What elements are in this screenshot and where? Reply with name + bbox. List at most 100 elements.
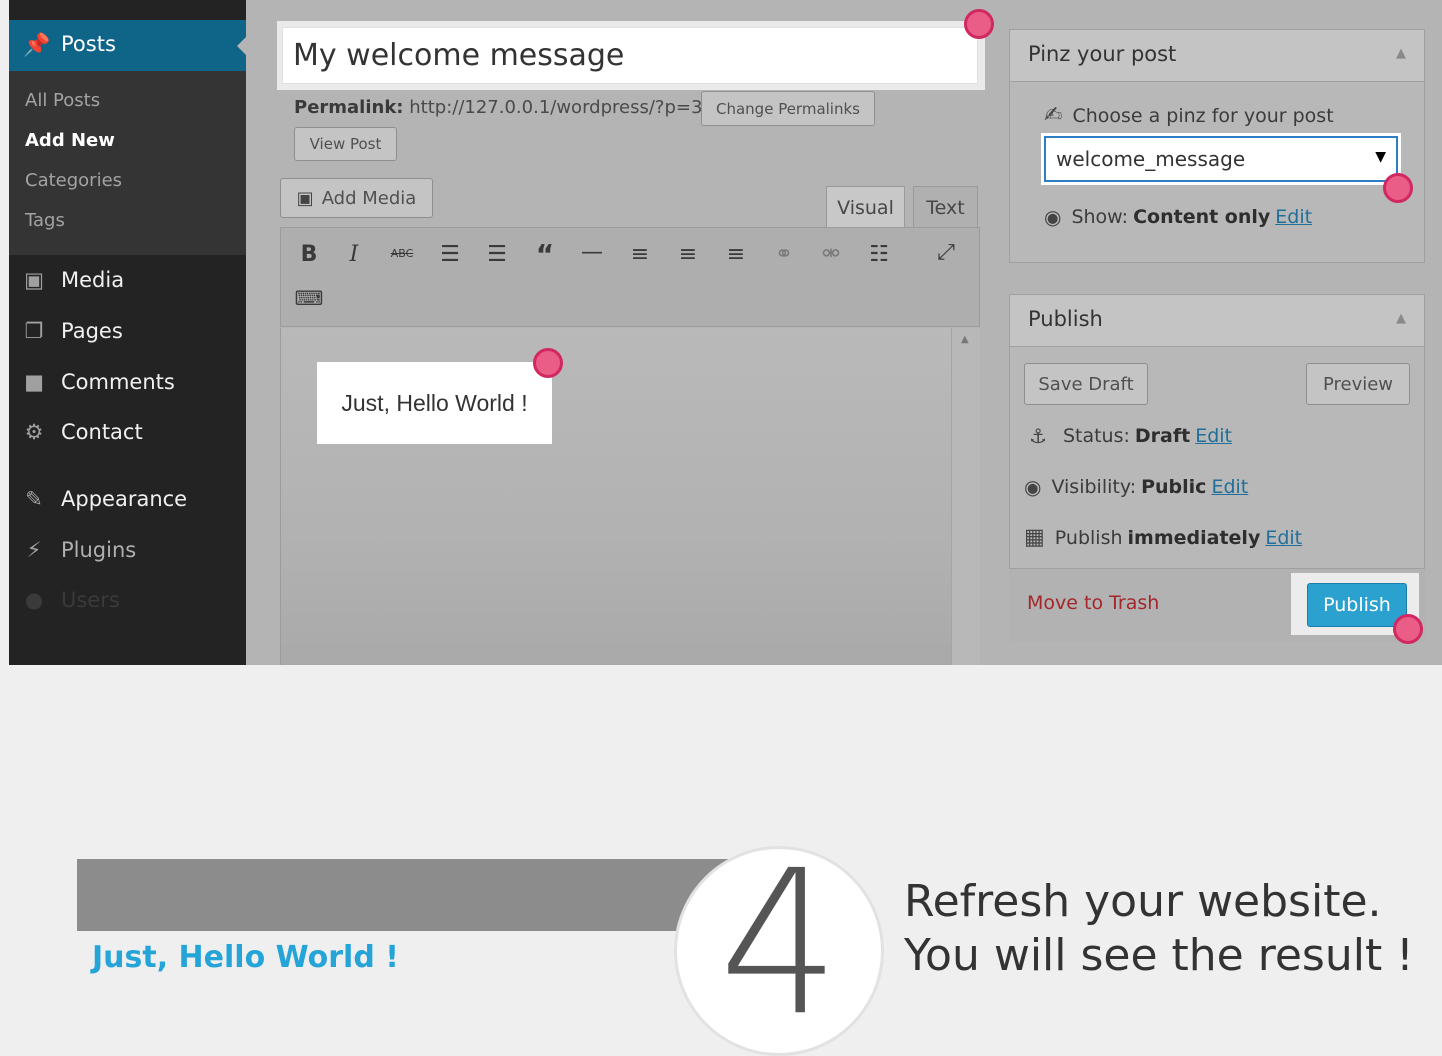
bullet-list-icon[interactable]: ☰ xyxy=(435,242,465,267)
submenu-all-posts[interactable]: All Posts xyxy=(25,90,100,111)
sidebar-item-contact[interactable]: ⚙ Contact xyxy=(21,414,143,450)
publish-button[interactable]: Publish xyxy=(1307,583,1407,627)
sidebar-item-plugins[interactable]: ⚡ Plugins xyxy=(21,532,137,568)
posts-submenu: All Posts Add New Categories Tags xyxy=(9,71,246,255)
save-draft-button[interactable]: Save Draft xyxy=(1024,363,1148,405)
align-center-icon[interactable]: ≡ xyxy=(673,242,703,267)
submenu-categories[interactable]: Categories xyxy=(25,170,122,191)
sidebar-item-posts[interactable]: 📌 Posts xyxy=(9,20,247,71)
chevron-down-icon: ▼ xyxy=(1375,149,1386,165)
sidebar-item-label: Comments xyxy=(61,370,175,394)
media-icon: ▣ xyxy=(296,187,314,209)
permalink-label: Permalink: xyxy=(294,97,404,118)
sidebar-item-label: Media xyxy=(61,268,125,292)
marker-dot xyxy=(1393,614,1423,644)
show-edit-link[interactable]: Edit xyxy=(1275,206,1312,228)
blockquote-icon[interactable]: “ xyxy=(530,238,560,271)
horizontal-line-icon[interactable]: — xyxy=(577,240,607,265)
change-permalinks-button[interactable]: Change Permalinks xyxy=(701,91,875,126)
italic-icon[interactable]: I xyxy=(339,242,369,267)
add-media-label: Add Media xyxy=(321,187,417,209)
permalink-url[interactable]: http://127.0.0.1/wordpress/?p=34 xyxy=(409,97,714,118)
publish-time-edit-link[interactable]: Edit xyxy=(1265,527,1302,549)
pin-icon: 📌 xyxy=(23,33,51,58)
collapse-arrow-icon[interactable]: ▲ xyxy=(1396,46,1406,61)
publish-time-label: Publish xyxy=(1054,526,1123,549)
screenshot-frame: 📌 Posts All Posts Add New Categories Tag… xyxy=(9,0,1442,665)
admin-sidebar: 📌 Posts All Posts Add New Categories Tag… xyxy=(9,0,247,665)
choose-pinz-label: Choose a pinz for your post xyxy=(1072,104,1334,127)
visibility-edit-link[interactable]: Edit xyxy=(1211,476,1248,498)
marker-dot xyxy=(533,348,563,378)
sidebar-item-comments[interactable]: ■ Comments xyxy=(21,364,175,400)
publish-panel-header[interactable]: Publish ▲ xyxy=(1010,295,1424,347)
submenu-add-new[interactable]: Add New xyxy=(25,130,115,151)
toolbar-toggle-icon[interactable]: ⌨ xyxy=(294,286,324,310)
step-instructions: Refresh your website. You will see the r… xyxy=(904,875,1414,983)
publish-panel-title: Publish xyxy=(1028,307,1103,331)
sidebar-item-appearance[interactable]: ✎ Appearance xyxy=(21,481,187,517)
visibility-row: ◉ Visibility: Public Edit xyxy=(1024,475,1248,499)
collapse-arrow-icon[interactable]: ▲ xyxy=(1396,311,1406,326)
sidebar-item-label: Contact xyxy=(61,420,143,444)
tab-text[interactable]: Text xyxy=(913,186,978,228)
tab-visual[interactable]: Visual xyxy=(826,186,905,229)
sidebar-item-label: Users xyxy=(61,588,120,612)
align-right-icon[interactable]: ≡ xyxy=(721,242,751,267)
sidebar-item-label: Plugins xyxy=(61,538,137,562)
editor-content-text: Just, Hello World ! xyxy=(317,362,552,444)
read-more-icon[interactable]: ☷ xyxy=(864,242,894,267)
pinz-panel-header[interactable]: Pinz your post ▲ xyxy=(1010,30,1424,82)
move-to-trash-link[interactable]: Move to Trash xyxy=(1027,592,1159,614)
sidebar-item-label: Pages xyxy=(61,319,123,343)
status-row: ⚓ Status: Draft Edit xyxy=(1029,424,1232,448)
fullscreen-icon[interactable]: ⤢ xyxy=(931,240,961,265)
sidebar-item-media[interactable]: ▣ Media xyxy=(21,262,124,298)
align-left-icon[interactable]: ≡ xyxy=(625,242,655,267)
permalink-row: Permalink: http://127.0.0.1/wordpress/?p… xyxy=(294,97,714,118)
scroll-up-icon[interactable]: ▲ xyxy=(961,334,969,345)
submenu-tags[interactable]: Tags xyxy=(25,210,65,231)
view-post-button[interactable]: View Post xyxy=(294,127,397,161)
preview-button[interactable]: Preview xyxy=(1306,363,1410,405)
sidebar-item-label: Appearance xyxy=(61,487,188,511)
strikethrough-icon[interactable]: ABC xyxy=(387,247,417,260)
sidebar-item-label: Posts xyxy=(61,32,116,56)
add-media-button[interactable]: ▣ Add Media xyxy=(280,178,433,218)
publish-time-row: ▦ Publish immediately Edit xyxy=(1024,525,1302,550)
plug-icon: ⚡ xyxy=(26,538,42,562)
calendar-icon: ▦ xyxy=(1024,525,1045,550)
numbered-list-icon[interactable]: ☰ xyxy=(482,242,512,267)
user-icon: ● xyxy=(24,588,44,612)
unlink-icon[interactable]: ⚮ xyxy=(816,242,846,267)
edit-note-icon: ✍ xyxy=(1044,103,1063,128)
editor-toolbar: B I ABC ☰ ☰ “ — ≡ ≡ ≡ ⚭ ⚮ ☷ ⤢ ⌨ xyxy=(280,227,980,327)
show-label: Show: xyxy=(1071,206,1129,228)
eye-icon: ◉ xyxy=(1044,205,1062,229)
step-number-badge: 4 xyxy=(674,846,884,1056)
show-value: Content only xyxy=(1133,206,1271,228)
step-number: 4 xyxy=(719,846,840,1056)
post-title-input[interactable]: My welcome message xyxy=(282,27,978,84)
status-label: Status: xyxy=(1062,425,1130,447)
marker-dot xyxy=(1383,173,1413,203)
sidebar-item-pages[interactable]: ❐ Pages xyxy=(21,313,123,349)
gear-icon: ⚙ xyxy=(24,420,44,444)
paintbrush-icon: ✎ xyxy=(25,487,43,511)
status-value: Draft xyxy=(1134,425,1191,447)
pinz-select[interactable]: welcome_message ▼ xyxy=(1044,136,1398,182)
status-edit-link[interactable]: Edit xyxy=(1195,425,1232,447)
editor-scrollbar[interactable]: ▲ xyxy=(951,328,980,665)
eye-icon: ◉ xyxy=(1024,475,1042,499)
visibility-value: Public xyxy=(1141,476,1207,498)
publish-time-value: immediately xyxy=(1127,526,1261,549)
media-icon: ▣ xyxy=(24,268,44,292)
show-row: ◉ Show: Content only Edit xyxy=(1044,205,1312,229)
choose-pinz-row: ✍ Choose a pinz for your post xyxy=(1044,103,1334,128)
instruction-line-2: You will see the result ! xyxy=(904,930,1414,981)
bold-icon[interactable]: B xyxy=(294,242,324,267)
sidebar-item-users[interactable]: ● Users xyxy=(21,582,120,618)
link-icon[interactable]: ⚭ xyxy=(769,242,799,267)
visibility-label: Visibility: xyxy=(1051,476,1137,498)
pinz-select-value: welcome_message xyxy=(1056,147,1246,171)
